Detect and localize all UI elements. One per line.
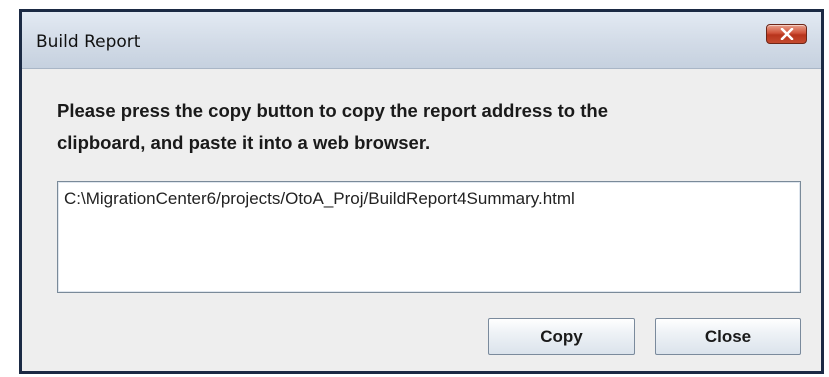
window-title: Build Report [36,32,141,52]
instruction-line-1: Please press the copy button to copy the… [57,100,608,121]
window-close-button[interactable] [766,24,807,44]
copy-button[interactable]: Copy [488,318,635,355]
instruction-line-2: clipboard, and paste it into a web brows… [57,132,431,153]
title-bar[interactable]: Build Report [22,12,821,69]
report-address-field[interactable]: C:\MigrationCenter6/projects/OtoA_Proj/B… [57,181,801,293]
build-report-dialog: Build Report Please press the copy butto… [19,9,824,374]
screenshot-canvas: Build Report Please press the copy butto… [0,0,829,377]
close-button[interactable]: Close [655,318,801,355]
report-address-text: C:\MigrationCenter6/projects/OtoA_Proj/B… [64,189,575,208]
close-x-icon [780,28,794,40]
instruction-message: Please press the copy button to copy the… [57,95,757,159]
